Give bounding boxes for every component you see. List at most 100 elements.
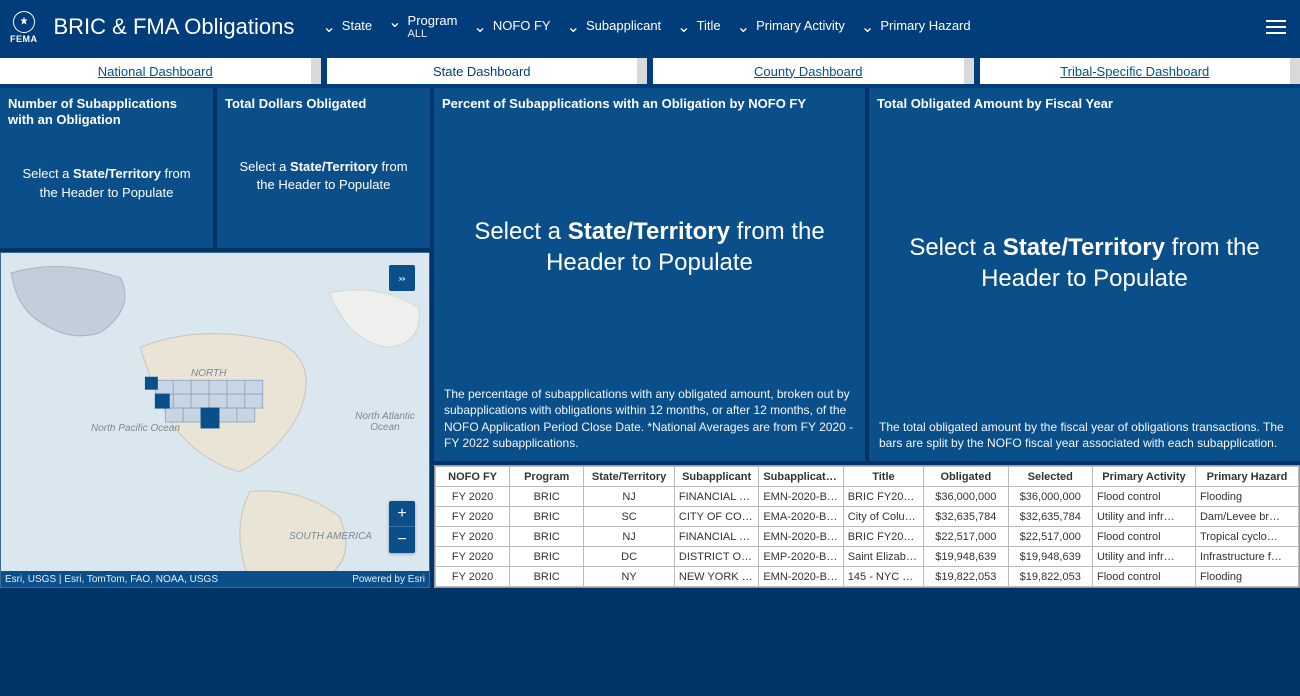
- zoom-out-button[interactable]: −: [389, 527, 415, 553]
- table-cell: FY 2020: [436, 507, 510, 527]
- filter-value: ALL: [408, 28, 458, 41]
- column-header[interactable]: Obligated: [924, 467, 1008, 487]
- table-cell: City of Colum…: [843, 507, 923, 527]
- card-description: The total obligated amount by the fiscal…: [877, 415, 1292, 453]
- fema-logo: FEMA: [10, 11, 38, 44]
- table-cell: Utility and infr…: [1092, 547, 1195, 567]
- table-cell: Flood control: [1092, 487, 1195, 507]
- table-cell: BRIC: [510, 547, 584, 567]
- table-cell: Utility and infr…: [1092, 507, 1195, 527]
- column-header[interactable]: Primary Activity: [1092, 467, 1195, 487]
- table-cell: NJ: [584, 487, 675, 507]
- card-total-by-fy: Total Obligated Amount by Fiscal Year Se…: [869, 88, 1300, 461]
- table-cell: Saint Elizabet…: [843, 547, 923, 567]
- table-cell: EMN-2020-BR…: [759, 567, 843, 587]
- table-row[interactable]: FY 2020BRICDCDISTRICT OF …EMP-2020-BR…Sa…: [436, 547, 1299, 567]
- table-cell: SC: [584, 507, 675, 527]
- table-cell: Flooding: [1195, 487, 1298, 507]
- table-cell: Flooding: [1195, 567, 1298, 587]
- table-cell: BRIC: [510, 507, 584, 527]
- table-cell: BRIC: [510, 487, 584, 507]
- map-attribution-right: Powered by Esri: [352, 574, 425, 585]
- table-cell: BRIC: [510, 527, 584, 547]
- fema-logo-text: FEMA: [10, 34, 38, 44]
- column-header[interactable]: NOFO FY: [436, 467, 510, 487]
- hamburger-menu-button[interactable]: [1262, 13, 1290, 41]
- fema-seal-icon: [13, 11, 35, 33]
- table-cell: EMN-2020-BR…: [759, 527, 843, 547]
- filter-label: Primary Activity: [756, 18, 845, 34]
- table-cell: CITY OF COL…: [674, 507, 758, 527]
- table-row[interactable]: FY 2020BRICSCCITY OF COL…EMA-2020-BR…Cit…: [436, 507, 1299, 527]
- dashboard-tabs: National Dashboard State Dashboard County …: [0, 54, 1300, 88]
- table-cell: $19,948,639: [1008, 547, 1092, 567]
- column-header[interactable]: Subapplicatio…: [759, 467, 843, 487]
- column-header[interactable]: State/Territory: [584, 467, 675, 487]
- card-title: Total Dollars Obligated: [225, 96, 422, 112]
- tab-resize-handle[interactable]: [1290, 58, 1300, 84]
- table-cell: Infrastructure f…: [1195, 547, 1298, 567]
- tab-county-dashboard[interactable]: County Dashboard: [653, 58, 964, 84]
- chevron-down-icon: ⌄: [388, 15, 401, 31]
- map-panel[interactable]: NORTH SOUTH AMERICA North Pacific Ocean …: [0, 252, 430, 588]
- table-cell: $22,517,000: [1008, 527, 1092, 547]
- table-cell: Dam/Levee br…: [1195, 507, 1298, 527]
- placeholder-text: Select a State/Territory from the Header…: [225, 112, 422, 240]
- map-label-pacific: North Pacific Ocean: [91, 423, 180, 434]
- card-title: Percent of Subapplications with an Oblig…: [442, 96, 857, 112]
- table-cell: $36,000,000: [1008, 487, 1092, 507]
- table-cell: $32,635,784: [924, 507, 1008, 527]
- card-title: Number of Subapplications with an Obliga…: [8, 96, 205, 127]
- app-title: BRIC & FMA Obligations: [54, 14, 295, 40]
- filter-label: Title: [697, 18, 721, 34]
- filter-label: NOFO FY: [493, 18, 551, 34]
- table-cell: FINANCIAL M…: [674, 487, 758, 507]
- tab-state-dashboard[interactable]: State Dashboard: [327, 58, 638, 84]
- filter-state[interactable]: ⌄State: [314, 18, 380, 36]
- filter-program[interactable]: ⌄ProgramALL: [380, 13, 465, 42]
- card-num-subapplications: Number of Subapplications with an Obliga…: [0, 88, 213, 248]
- table-cell: FY 2020: [436, 567, 510, 587]
- chevron-down-icon: ⌄: [677, 20, 690, 36]
- table-row[interactable]: FY 2020BRICNYNEW YORK CI…EMN-2020-BR…145…: [436, 567, 1299, 587]
- filter-nofo-fy[interactable]: ⌄ NOFO FY: [465, 18, 558, 36]
- table-cell: $19,948,639: [924, 547, 1008, 567]
- tab-resize-handle[interactable]: [637, 58, 647, 84]
- chevron-down-icon: ⌄: [473, 20, 486, 36]
- column-header[interactable]: Primary Hazard: [1195, 467, 1298, 487]
- table-cell: FY 2020: [436, 547, 510, 567]
- map-expand-button[interactable]: »: [389, 265, 415, 291]
- tab-national-dashboard[interactable]: National Dashboard: [0, 58, 311, 84]
- data-table[interactable]: NOFO FYProgramState/TerritorySubapplican…: [434, 465, 1300, 588]
- chevron-down-icon: ⌄: [567, 20, 580, 36]
- table-cell: Tropical cyclo…: [1195, 527, 1298, 547]
- table-row[interactable]: FY 2020BRICNJFINANCIAL M…EMN-2020-BR…BRI…: [436, 487, 1299, 507]
- table-cell: BRIC FY2020 …: [843, 527, 923, 547]
- placeholder-text: Select a State/Territory from the Header…: [442, 216, 857, 278]
- table-cell: EMN-2020-BR…: [759, 487, 843, 507]
- filter-primary-hazard[interactable]: ⌄Primary Hazard: [853, 18, 979, 36]
- map-attribution: Esri, USGS | Esri, TomTom, FAO, NOAA, US…: [1, 571, 429, 587]
- tab-resize-handle[interactable]: [964, 58, 974, 84]
- table-cell: DC: [584, 547, 675, 567]
- table-cell: EMA-2020-BR…: [759, 507, 843, 527]
- chevron-down-icon: ⌄: [322, 20, 335, 36]
- filter-title[interactable]: ⌄ Title: [669, 18, 728, 36]
- filter-label: Primary Hazard: [880, 18, 970, 34]
- map-label-north: NORTH: [191, 368, 226, 379]
- tab-resize-handle[interactable]: [311, 58, 321, 84]
- column-header[interactable]: Subapplicant: [674, 467, 758, 487]
- table-row[interactable]: FY 2020BRICNJFINANCIAL M…EMN-2020-BR…BRI…: [436, 527, 1299, 547]
- table-cell: BRIC: [510, 567, 584, 587]
- card-total-dollars: Total Dollars Obligated Select a State/T…: [217, 88, 430, 248]
- tab-tribal-specific-dashboard[interactable]: Tribal-Specific Dashboard: [980, 58, 1291, 84]
- column-header[interactable]: Title: [843, 467, 923, 487]
- filter-primary-activity[interactable]: ⌄Primary Activity: [729, 18, 853, 36]
- column-header[interactable]: Selected: [1008, 467, 1092, 487]
- table-cell: BRIC FY2020 …: [843, 487, 923, 507]
- map-label-south: SOUTH AMERICA: [289, 531, 372, 542]
- table-cell: 145 - NYC Par…: [843, 567, 923, 587]
- zoom-in-button[interactable]: +: [389, 501, 415, 527]
- filter-subapplicant[interactable]: ⌄Subapplicant: [559, 18, 670, 36]
- column-header[interactable]: Program: [510, 467, 584, 487]
